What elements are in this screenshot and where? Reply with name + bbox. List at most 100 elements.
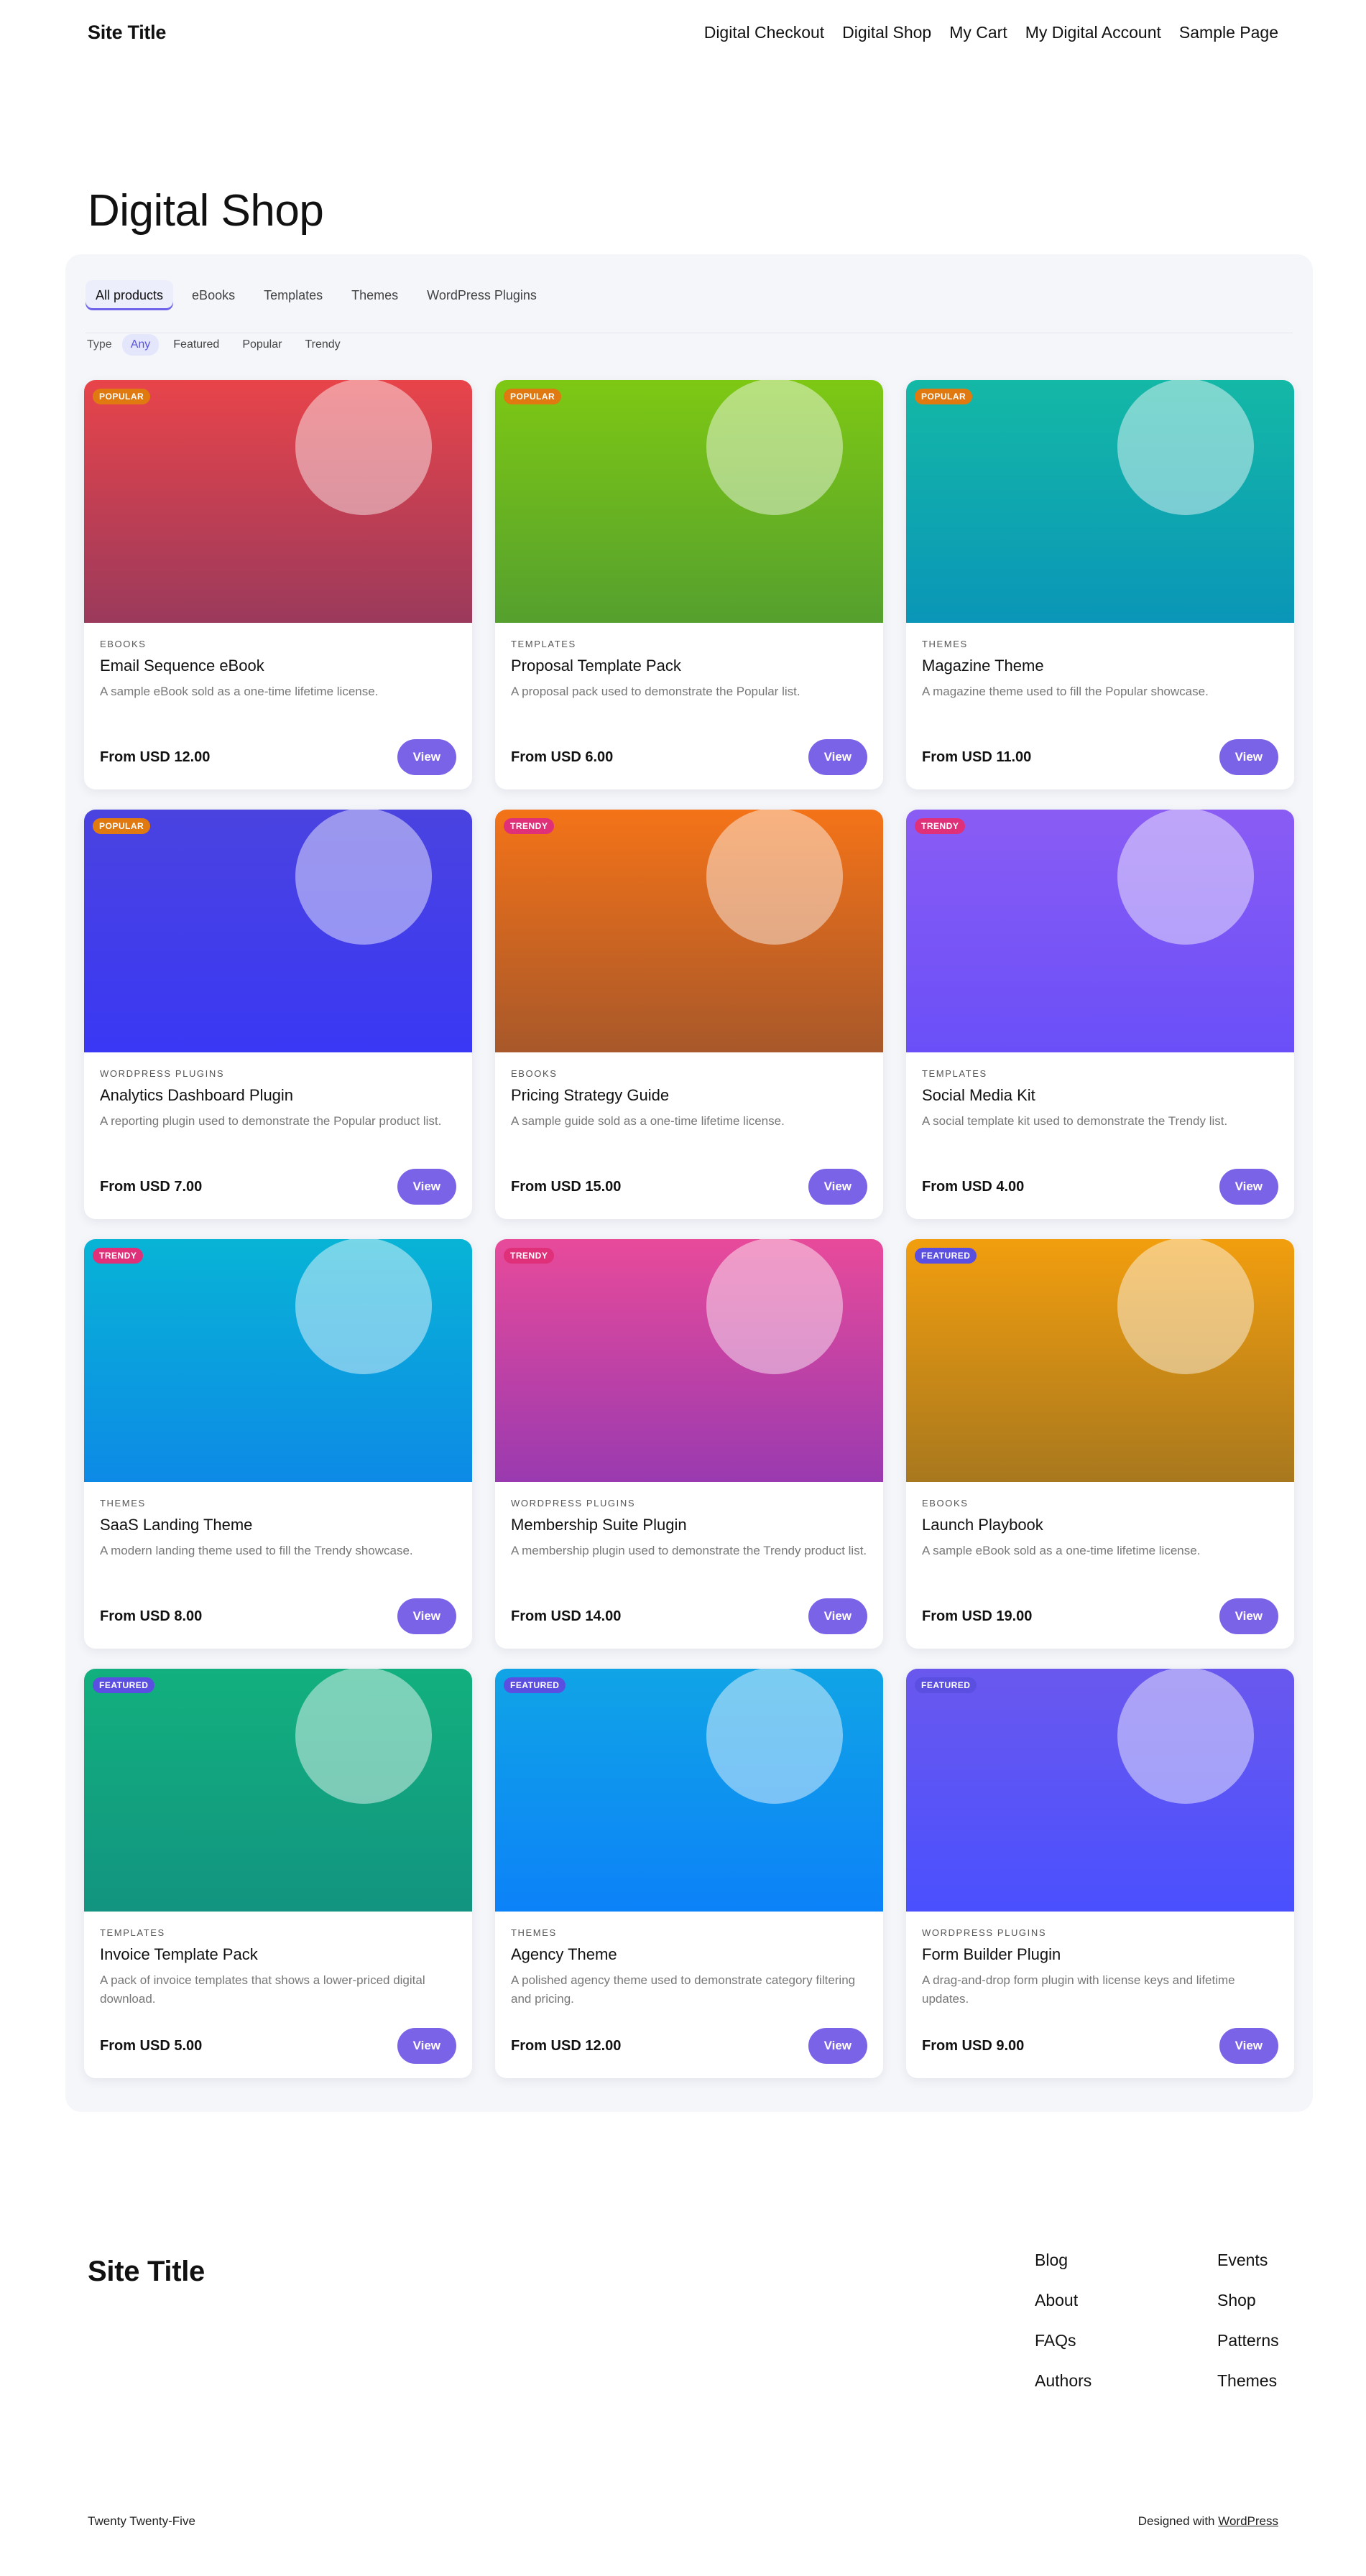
product-footer: From USD 11.00 View <box>922 739 1278 775</box>
view-button[interactable]: View <box>1219 1169 1278 1205</box>
product-card[interactable]: POPULAR TEMPLATES Proposal Template Pack… <box>495 380 883 789</box>
view-button[interactable]: View <box>808 1169 867 1205</box>
product-price: From USD 6.00 <box>511 749 614 765</box>
product-card[interactable]: FEATURED WORDPRESS PLUGINS Form Builder … <box>906 1669 1294 2078</box>
product-category: TEMPLATES <box>511 639 576 649</box>
product-name[interactable]: Invoice Template Pack <box>100 1945 456 1964</box>
product-name[interactable]: Launch Playbook <box>922 1516 1278 1534</box>
view-button[interactable]: View <box>397 1598 456 1634</box>
tab-all-products[interactable]: All products <box>86 280 174 310</box>
footer-link-blog[interactable]: Blog <box>1035 2248 1217 2271</box>
product-card[interactable]: FEATURED TEMPLATES Invoice Template Pack… <box>84 1669 472 2078</box>
footer-link-faqs[interactable]: FAQs <box>1035 2329 1217 2352</box>
footer-link-authors[interactable]: Authors <box>1035 2369 1217 2392</box>
product-footer: From USD 5.00 View <box>100 2028 456 2064</box>
product-footer: From USD 19.00 View <box>922 1598 1278 1634</box>
decorative-circle <box>706 1239 843 1374</box>
product-name[interactable]: Analytics Dashboard Plugin <box>100 1086 456 1105</box>
credit: Designed with WordPress <box>1138 2514 1278 2529</box>
product-card[interactable]: POPULAR THEMES Magazine Theme A magazine… <box>906 380 1294 789</box>
view-button[interactable]: View <box>1219 2028 1278 2064</box>
product-price: From USD 7.00 <box>100 1178 203 1195</box>
product-price: From USD 8.00 <box>100 1608 203 1624</box>
nav-my-cart[interactable]: My Cart <box>949 23 1007 42</box>
product-body: WORDPRESS PLUGINS Analytics Dashboard Pl… <box>84 1052 472 1151</box>
view-button[interactable]: View <box>397 1169 456 1205</box>
nav-my-digital-account[interactable]: My Digital Account <box>1025 23 1161 42</box>
tab-wordpress-plugins[interactable]: WordPress Plugins <box>417 280 547 310</box>
product-name[interactable]: Form Builder Plugin <box>922 1945 1278 1964</box>
product-card[interactable]: POPULAR WORDPRESS PLUGINS Analytics Dash… <box>84 810 472 1219</box>
type-featured[interactable]: Featured <box>165 334 228 356</box>
view-button[interactable]: View <box>397 739 456 775</box>
product-badge: POPULAR <box>93 818 151 834</box>
product-name[interactable]: Membership Suite Plugin <box>511 1516 867 1534</box>
product-card[interactable]: TRENDY THEMES SaaS Landing Theme A moder… <box>84 1239 472 1649</box>
product-card[interactable]: POPULAR EBOOKS Email Sequence eBook A sa… <box>84 380 472 789</box>
product-badge: FEATURED <box>93 1677 155 1693</box>
product-name[interactable]: Proposal Template Pack <box>511 657 867 675</box>
footer-link-themes[interactable]: Themes <box>1217 2369 1289 2392</box>
product-category: TEMPLATES <box>922 1068 987 1079</box>
page-title: Digital Shop <box>88 186 324 236</box>
decorative-circle <box>1117 1669 1254 1804</box>
footer-link-about[interactable]: About <box>1035 2289 1217 2312</box>
product-card[interactable]: FEATURED EBOOKS Launch Playbook A sample… <box>906 1239 1294 1649</box>
product-image[interactable]: POPULAR <box>906 380 1294 623</box>
product-price: From USD 4.00 <box>922 1178 1025 1195</box>
view-button[interactable]: View <box>808 739 867 775</box>
footer-site-title[interactable]: Site Title <box>88 2256 205 2288</box>
product-image[interactable]: POPULAR <box>84 380 472 623</box>
tab-themes[interactable]: Themes <box>341 280 408 310</box>
view-button[interactable]: View <box>397 2028 456 2064</box>
view-button[interactable]: View <box>1219 1598 1278 1634</box>
tab-templates[interactable]: Templates <box>254 280 333 310</box>
product-price: From USD 14.00 <box>511 1608 622 1624</box>
theme-name: Twenty Twenty-Five <box>88 2514 195 2528</box>
product-card[interactable]: FEATURED THEMES Agency Theme A polished … <box>495 1669 883 2078</box>
product-image[interactable]: POPULAR <box>84 810 472 1052</box>
product-image[interactable]: TRENDY <box>906 810 1294 1052</box>
product-name[interactable]: SaaS Landing Theme <box>100 1516 456 1534</box>
product-card[interactable]: TRENDY WORDPRESS PLUGINS Membership Suit… <box>495 1239 883 1649</box>
nav-digital-shop[interactable]: Digital Shop <box>842 23 931 42</box>
product-name[interactable]: Pricing Strategy Guide <box>511 1086 867 1105</box>
product-image[interactable]: TRENDY <box>495 1239 883 1482</box>
product-image[interactable]: FEATURED <box>906 1669 1294 1912</box>
product-name[interactable]: Agency Theme <box>511 1945 867 1964</box>
nav-digital-checkout[interactable]: Digital Checkout <box>704 23 824 42</box>
product-image[interactable]: POPULAR <box>495 380 883 623</box>
product-price: From USD 11.00 <box>922 749 1032 765</box>
type-trendy[interactable]: Trendy <box>296 334 349 356</box>
product-name[interactable]: Social Media Kit <box>922 1086 1278 1105</box>
type-any[interactable]: Any <box>121 334 160 356</box>
footer-link-shop[interactable]: Shop <box>1217 2289 1289 2312</box>
product-image[interactable]: TRENDY <box>495 810 883 1052</box>
credit-link[interactable]: WordPress <box>1218 2514 1278 2528</box>
product-card[interactable]: TRENDY TEMPLATES Social Media Kit A soci… <box>906 810 1294 1219</box>
product-image[interactable]: FEATURED <box>906 1239 1294 1482</box>
view-button[interactable]: View <box>808 2028 867 2064</box>
product-card[interactable]: TRENDY EBOOKS Pricing Strategy Guide A s… <box>495 810 883 1219</box>
product-image[interactable]: TRENDY <box>84 1239 472 1482</box>
decorative-circle <box>706 810 843 945</box>
view-button[interactable]: View <box>1219 739 1278 775</box>
product-name[interactable]: Magazine Theme <box>922 657 1278 675</box>
type-popular[interactable]: Popular <box>234 334 290 356</box>
footer-links: Blog Events About Shop FAQs Patterns Aut… <box>1035 2248 1289 2392</box>
product-body: TEMPLATES Proposal Template Pack A propo… <box>495 623 883 721</box>
product-price: From USD 9.00 <box>922 2037 1025 2054</box>
site-title[interactable]: Site Title <box>88 22 166 44</box>
tab-ebooks[interactable]: eBooks <box>182 280 245 310</box>
product-description: A modern landing theme used to fill the … <box>100 1544 413 1557</box>
product-name[interactable]: Email Sequence eBook <box>100 657 456 675</box>
product-image[interactable]: FEATURED <box>84 1669 472 1912</box>
view-button[interactable]: View <box>808 1598 867 1634</box>
footer-link-patterns[interactable]: Patterns <box>1217 2329 1289 2352</box>
product-body: WORDPRESS PLUGINS Form Builder Plugin A … <box>906 1912 1294 2010</box>
product-image[interactable]: FEATURED <box>495 1669 883 1912</box>
main-nav: Digital Checkout Digital Shop My Cart My… <box>704 23 1278 42</box>
product-category: THEMES <box>100 1498 146 1509</box>
nav-sample-page[interactable]: Sample Page <box>1179 23 1278 42</box>
footer-link-events[interactable]: Events <box>1217 2248 1289 2271</box>
